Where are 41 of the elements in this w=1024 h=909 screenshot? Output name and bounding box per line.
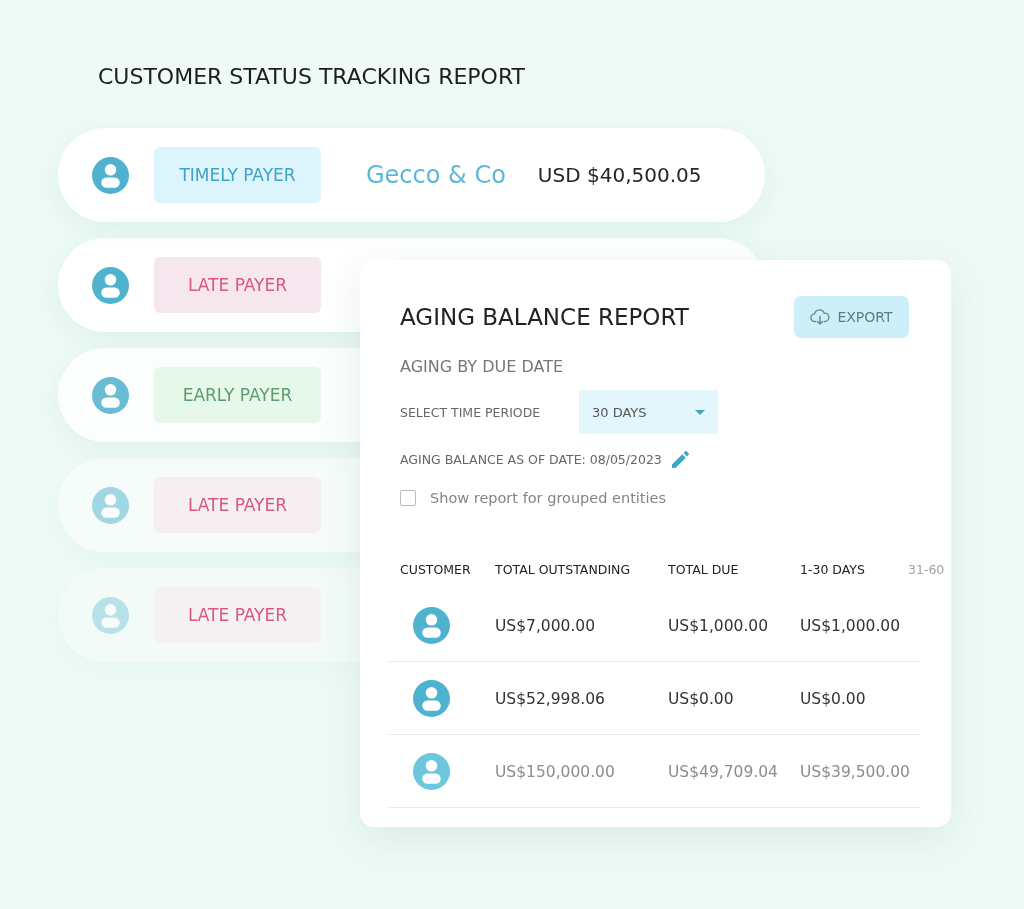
caret-icon <box>695 409 705 415</box>
table-cell: US$49,709.04 <box>668 762 778 781</box>
column-header: TOTAL OUTSTANDING <box>495 561 631 577</box>
table-cell: US$150,000.00 <box>495 762 615 781</box>
avatar-icon <box>413 606 450 644</box>
column-header: 31-60 <box>908 561 945 577</box>
column-header: TOTAL DUE <box>668 561 739 577</box>
avatar-icon <box>92 376 129 414</box>
table-cell: US$0.00 <box>800 689 866 708</box>
status-badge: EARLY PAYER <box>154 367 321 423</box>
avatar-icon <box>413 679 450 717</box>
table-cell: US$1,000.00 <box>800 616 901 635</box>
report-title: AGING BALANCE REPORT <box>400 304 689 330</box>
table-cell: US$7,000.00 <box>495 616 596 635</box>
status-badge: TIMELY PAYER <box>154 147 321 203</box>
report-subtitle: AGING BY DUE DATE <box>400 357 565 377</box>
pencil-icon[interactable] <box>671 450 689 468</box>
status-badge: LATE PAYER <box>154 257 321 313</box>
status-badge: LATE PAYER <box>154 587 321 643</box>
avatar-icon <box>92 486 129 524</box>
cloud-download-icon <box>810 309 831 325</box>
avatar-icon <box>92 266 129 304</box>
table-cell: US$52,998.06 <box>495 689 605 708</box>
status-badge: LATE PAYER <box>154 477 321 533</box>
table-cell: US$39,500.00 <box>800 762 910 781</box>
period-dropdown[interactable]: 30 DAYS <box>579 390 718 434</box>
balance-amount: USD $40,500.05 <box>537 163 702 187</box>
export-button[interactable]: EXPORT <box>794 296 909 338</box>
checkbox-label: Show report for grouped entities <box>430 490 667 506</box>
table-cell: US$0.00 <box>668 689 734 708</box>
table-cell: US$1,000.00 <box>668 616 769 635</box>
avatar-icon <box>92 596 129 634</box>
column-header: 1-30 DAYS <box>800 561 865 577</box>
company-name: Gecco & Co <box>366 161 506 189</box>
avatar-icon <box>92 156 129 194</box>
column-header: CUSTOMER <box>400 561 471 577</box>
avatar-icon <box>413 752 450 790</box>
checkbox[interactable] <box>400 490 416 506</box>
as-of-date-label: AGING BALANCE AS OF DATE: 08/05/2023 <box>400 451 662 467</box>
page-title: CUSTOMER STATUS TRACKING REPORT <box>98 63 526 90</box>
period-label: SELECT TIME PERIODE <box>400 404 542 420</box>
